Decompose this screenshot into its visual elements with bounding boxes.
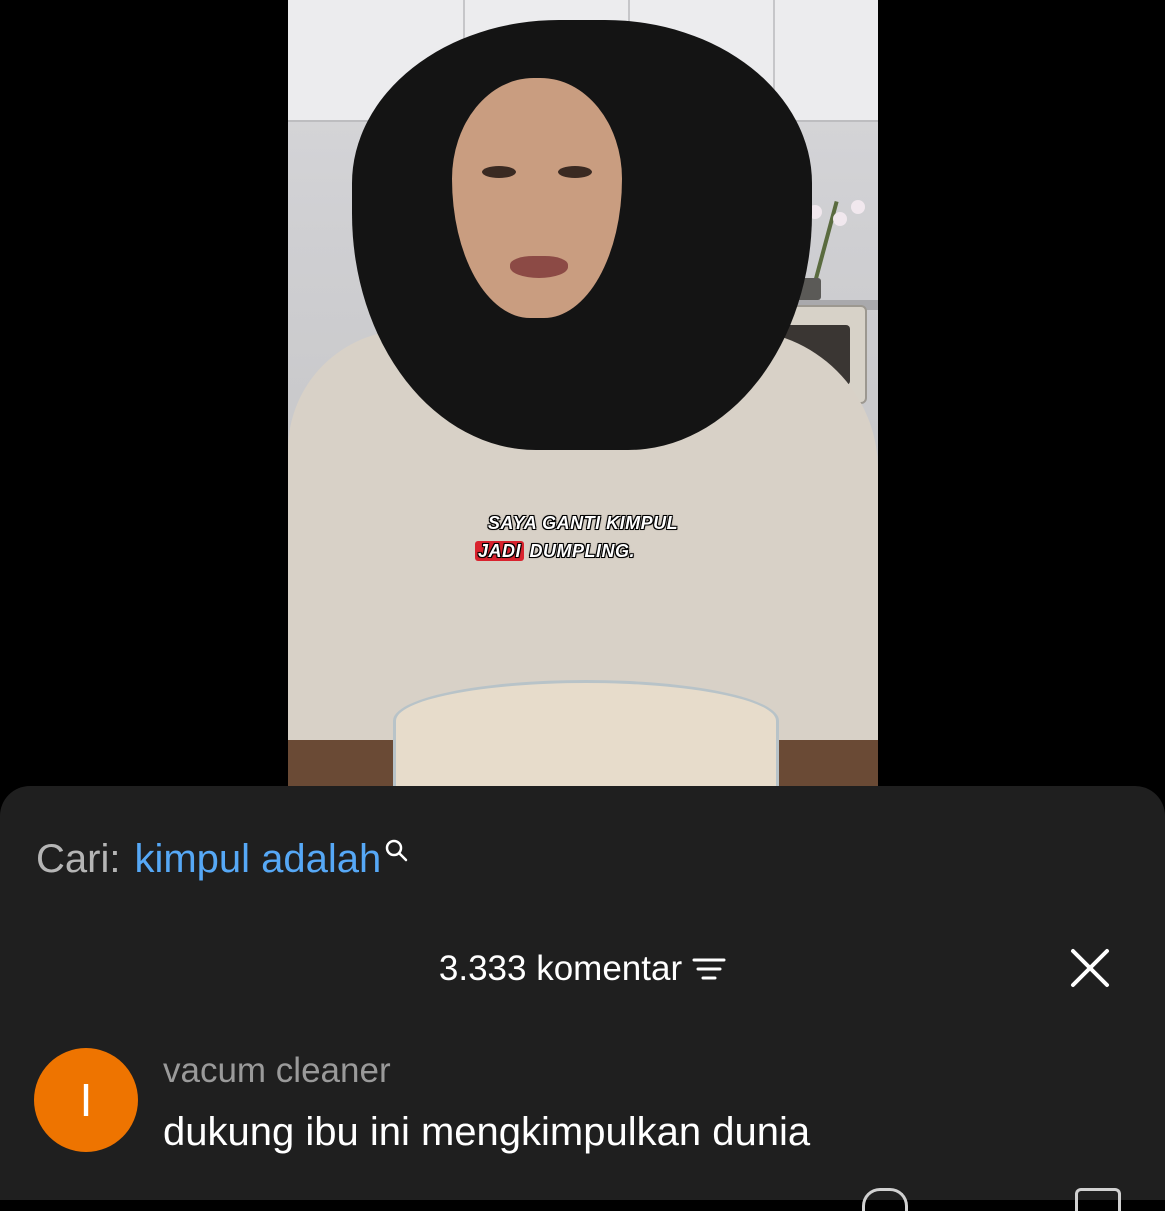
caption-highlight: JADI bbox=[474, 541, 524, 561]
comment-username[interactable]: vacum cleaner bbox=[163, 1051, 391, 1091]
avatar[interactable]: I bbox=[34, 1048, 138, 1152]
comments-header: 3.333 komentar bbox=[0, 946, 1165, 992]
search-suggestion[interactable]: Cari: kimpul adalah bbox=[36, 836, 408, 882]
video-caption-line2: JADI DUMPLING. bbox=[288, 541, 850, 562]
search-icon[interactable] bbox=[384, 838, 408, 862]
close-icon[interactable] bbox=[1068, 946, 1112, 990]
sort-icon[interactable] bbox=[692, 956, 726, 982]
search-label: Cari: bbox=[36, 837, 121, 881]
video-player[interactable]: SAYA GANTI KIMPUL JADI DUMPLING. bbox=[288, 0, 878, 790]
comment-count: 3.333 komentar bbox=[438, 949, 683, 988]
video-caption-line1: SAYA GANTI KIMPUL bbox=[487, 513, 679, 533]
caption-rest: DUMPLING. bbox=[529, 541, 636, 561]
search-query-link[interactable]: kimpul adalah bbox=[134, 836, 381, 882]
dumpling-bowl bbox=[393, 680, 779, 790]
comment-text: dukung ibu ini mengkimpulkan dunia bbox=[163, 1110, 811, 1154]
